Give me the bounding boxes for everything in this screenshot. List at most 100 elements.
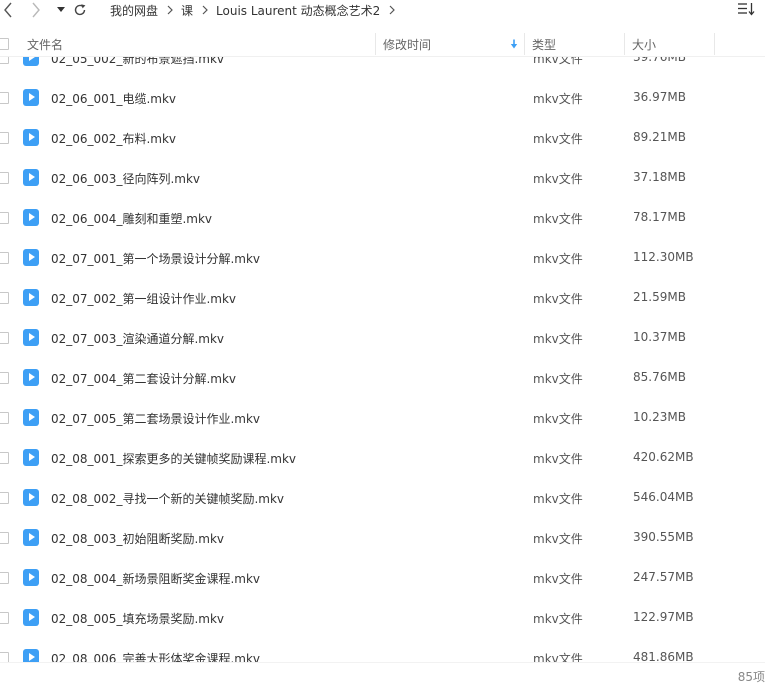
video-file-icon [23,649,39,662]
file-name[interactable]: 02_08_001_探索更多的关键帧奖励课程.mkv [51,450,296,467]
row-checkbox[interactable] [0,132,9,144]
file-type: mkv文件 [533,172,583,186]
file-row[interactable]: 02_07_001_第一个场景设计分解.mkv mkv文件 112.30MB [0,238,765,278]
file-row[interactable]: 02_05_002_新的布景遮挡.mkv mkv文件 39.76MB [0,56,765,78]
row-checkbox[interactable] [0,532,9,544]
file-row[interactable]: 02_06_001_电缆.mkv mkv文件 36.97MB [0,78,765,118]
column-header: 文件名 修改时间 类型 大小 [0,32,765,57]
file-row[interactable]: 02_07_002_第一组设计作业.mkv mkv文件 21.59MB [0,278,765,318]
column-header-type[interactable]: 类型 [532,32,556,56]
chevron-right-icon [167,5,173,15]
file-row[interactable]: 02_06_003_径向阵列.mkv mkv文件 37.18MB [0,158,765,198]
file-type: mkv文件 [533,92,583,106]
file-name[interactable]: 02_07_003_渲染通道分解.mkv [51,330,224,347]
file-name[interactable]: 02_07_002_第一组设计作业.mkv [51,290,236,307]
row-checkbox[interactable] [0,332,9,344]
column-divider[interactable] [624,33,625,55]
column-header-size[interactable]: 大小 [632,32,656,56]
history-dropdown-button[interactable] [52,1,70,19]
row-checkbox[interactable] [0,252,9,264]
file-name[interactable]: 02_06_001_电缆.mkv [51,90,176,107]
row-checkbox[interactable] [0,572,9,584]
sort-descending-icon[interactable] [510,32,518,56]
file-name[interactable]: 02_07_004_第二套设计分解.mkv [51,370,236,387]
file-row[interactable]: 02_08_006_完善大形体奖金课程.mkv mkv文件 481.86MB [0,638,765,662]
file-name[interactable]: 02_08_002_寻找一个新的关键帧奖励.mkv [51,490,284,507]
breadcrumb: 我的网盘 课 Louis Laurent 动态概念艺术2 [104,0,396,20]
chevron-left-icon [3,2,13,18]
file-name[interactable]: 02_08_003_初始阻断奖励.mkv [51,530,224,547]
column-divider[interactable] [714,33,715,55]
video-file-icon [23,329,39,346]
forward-button[interactable] [27,1,45,19]
file-type: mkv文件 [533,132,583,146]
file-name[interactable]: 02_07_005_第二套场景设计作业.mkv [51,410,260,427]
file-row[interactable]: 02_08_004_新场景阻断奖金课程.mkv mkv文件 247.57MB [0,558,765,598]
file-size: 390.55MB [633,530,694,544]
column-divider[interactable] [524,33,525,55]
file-row[interactable]: 02_06_002_布料.mkv mkv文件 89.21MB [0,118,765,158]
video-file-icon [23,609,39,626]
file-list: 02_05_002_新的布景遮挡.mkv mkv文件 39.76MB 02_06_00… [0,56,765,662]
file-type: mkv文件 [533,56,583,66]
row-checkbox[interactable] [0,372,9,384]
file-type: mkv文件 [533,572,583,586]
file-type: mkv文件 [533,372,583,386]
column-header-modified[interactable]: 修改时间 [383,32,431,56]
video-file-icon [23,89,39,106]
row-checkbox[interactable] [0,612,9,624]
video-file-icon [23,449,39,466]
file-rows: 02_05_002_新的布景遮挡.mkv mkv文件 39.76MB 02_06_00… [0,56,765,662]
caret-down-icon [57,7,65,13]
file-row[interactable]: 02_08_002_寻找一个新的关键帧奖励.mkv mkv文件 546.04MB [0,478,765,518]
sort-button[interactable] [737,2,755,18]
file-size: 546.04MB [633,490,694,504]
breadcrumb-item-current-folder[interactable]: Louis Laurent 动态概念艺术2 [216,2,380,19]
file-row[interactable]: 02_07_005_第二套场景设计作业.mkv mkv文件 10.23MB [0,398,765,438]
file-name[interactable]: 02_06_002_布料.mkv [51,130,176,147]
refresh-icon [73,3,87,17]
row-checkbox[interactable] [0,56,9,64]
back-button[interactable] [0,1,17,19]
file-size: 37.18MB [633,170,686,184]
file-name[interactable]: 02_05_002_新的布景遮挡.mkv [51,56,224,67]
select-all-checkbox[interactable] [0,38,9,50]
file-row[interactable]: 02_06_004_雕刻和重塑.mkv mkv文件 78.17MB [0,198,765,238]
row-checkbox[interactable] [0,92,9,104]
breadcrumb-item-course[interactable]: 课 [181,2,193,19]
row-checkbox[interactable] [0,172,9,184]
file-name[interactable]: 02_06_003_径向阵列.mkv [51,170,200,187]
row-checkbox[interactable] [0,652,9,662]
status-bar: 85项 [0,662,765,684]
file-name[interactable]: 02_08_006_完善大形体奖金课程.mkv [51,650,260,662]
file-size: 481.86MB [633,650,694,662]
file-name[interactable]: 02_06_004_雕刻和重塑.mkv [51,210,212,227]
file-size: 21.59MB [633,290,686,304]
refresh-button[interactable] [71,1,89,19]
file-name[interactable]: 02_08_004_新场景阻断奖金课程.mkv [51,570,260,587]
column-divider[interactable] [375,33,376,55]
file-name[interactable]: 02_07_001_第一个场景设计分解.mkv [51,250,260,267]
chevron-right-icon [202,5,208,15]
file-type: mkv文件 [533,212,583,226]
breadcrumb-item-my-drive[interactable]: 我的网盘 [110,2,158,19]
row-checkbox[interactable] [0,452,9,464]
file-row[interactable]: 02_07_003_渲染通道分解.mkv mkv文件 10.37MB [0,318,765,358]
file-size: 10.23MB [633,410,686,424]
video-file-icon [23,409,39,426]
column-header-name[interactable]: 文件名 [27,32,63,56]
row-checkbox[interactable] [0,492,9,504]
row-checkbox[interactable] [0,212,9,224]
chevron-right-icon [31,2,41,18]
file-type: mkv文件 [533,452,583,466]
row-checkbox[interactable] [0,292,9,304]
file-type: mkv文件 [533,292,583,306]
file-row[interactable]: 02_08_005_填充场景奖励.mkv mkv文件 122.97MB [0,598,765,638]
file-name[interactable]: 02_08_005_填充场景奖励.mkv [51,610,224,627]
file-row[interactable]: 02_07_004_第二套设计分解.mkv mkv文件 85.76MB [0,358,765,398]
row-checkbox[interactable] [0,412,9,424]
file-row[interactable]: 02_08_003_初始阻断奖励.mkv mkv文件 390.55MB [0,518,765,558]
chevron-right-icon[interactable] [389,5,396,15]
video-file-icon [23,249,39,266]
file-row[interactable]: 02_08_001_探索更多的关键帧奖励课程.mkv mkv文件 420.62MB [0,438,765,478]
